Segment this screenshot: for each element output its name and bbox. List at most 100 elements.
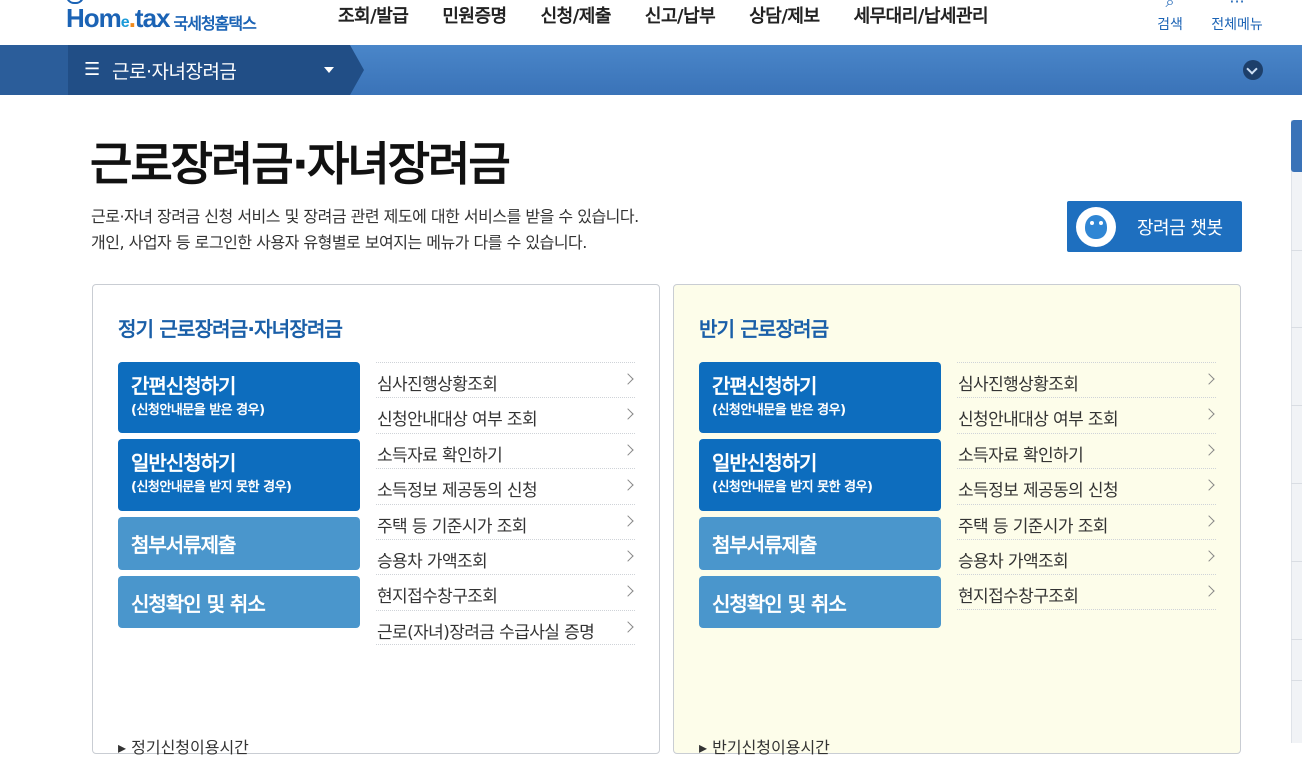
button-title: 첨부서류제출 (131, 533, 236, 557)
link-label: 소득자료 확인하기 (377, 445, 503, 466)
chevron-right-icon (622, 444, 634, 456)
side-rail-divider (1291, 327, 1302, 328)
page-title: 근로장려금·자녀장려금 (90, 137, 511, 191)
all-menu-label: 전체메뉴 (1211, 17, 1263, 33)
site-header: Home.tax 국세청홈택스 조회/발급 민원증명 신청/제출 신고/납부 상… (0, 0, 1302, 45)
usage-hours-label: 반기신청이용시간 (712, 738, 830, 757)
button-subtitle: (신청안내문을 받지 못한 경우) (131, 480, 292, 495)
chevron-right-icon (622, 514, 634, 527)
panel-title: 반기 근로장려금 (699, 317, 829, 341)
submit-documents-button[interactable]: 첨부서류제출 (699, 517, 941, 570)
chevron-right-icon (1203, 373, 1215, 385)
side-rail-divider (1291, 639, 1302, 640)
link-car-value[interactable]: 승용차 가액조회 (957, 538, 1216, 574)
quick-links: 심사진행상황조회 신청안내대상 여부 조회 소득자료 확인하기 소득정보 제공동… (957, 362, 1216, 610)
link-consent-request[interactable]: 소득정보 제공동의 신청 (376, 468, 635, 503)
regular-incentive-panel: 정기 근로장려금·자녀장려금 간편신청하기 (신청안내문을 받은 경우) 일반신… (92, 284, 660, 757)
link-label: 승용차 가액조회 (958, 551, 1069, 572)
link-label: 주택 등 기준시가 조회 (377, 516, 527, 537)
button-subtitle: (신청안내문을 받은 경우) (131, 403, 265, 418)
link-car-value[interactable]: 승용차 가액조회 (376, 538, 635, 574)
link-label: 승용차 가액조회 (377, 551, 488, 572)
search-label: 검색 (1157, 17, 1183, 33)
chevron-right-icon (1203, 408, 1215, 421)
logo-korean-name: 국세청홈택스 (173, 14, 257, 33)
global-nav: 조회/발급 민원증명 신청/제출 신고/납부 상담/제보 세무대리/납세관리 (338, 2, 1022, 28)
button-title: 간편신청하기 (131, 374, 236, 398)
chevron-right-icon (1203, 479, 1215, 491)
link-local-counter[interactable]: 현지접수창구조회 (376, 574, 635, 609)
chevron-right-icon (622, 479, 634, 491)
simple-apply-button[interactable]: 간편신청하기 (신청안내문을 받은 경우) (118, 362, 360, 433)
chevron-right-icon (622, 408, 634, 421)
link-local-counter[interactable]: 현지접수창구조회 (957, 574, 1216, 610)
expand-chevron-icon[interactable] (1243, 60, 1263, 80)
chevron-right-icon (622, 585, 634, 598)
caret-down-icon[interactable] (324, 67, 334, 73)
link-label: 심사진행상황조회 (377, 375, 498, 395)
link-label: 소득정보 제공동의 신청 (958, 481, 1119, 502)
link-eligibility-check[interactable]: 신청안내대상 여부 조회 (957, 397, 1216, 432)
simple-apply-button[interactable]: 간편신청하기 (신청안내문을 받은 경우) (699, 362, 941, 433)
page-description: 근로·자녀 장려금 신청 서비스 및 장려금 관련 제도에 대한 서비스를 받을… (91, 204, 639, 256)
link-consent-request[interactable]: 소득정보 제공동의 신청 (957, 468, 1216, 503)
button-title: 신청확인 및 취소 (131, 592, 266, 616)
link-eligibility-check[interactable]: 신청안내대상 여부 조회 (376, 397, 635, 432)
link-receipt-certificate[interactable]: 근로(자녀)장려금 수급사실 증명 (376, 609, 635, 646)
search-button[interactable]: ⌕ 검색 (1135, 0, 1205, 34)
chevron-right-icon (622, 621, 634, 633)
submit-documents-button[interactable]: 첨부서류제출 (118, 517, 360, 570)
link-income-data[interactable]: 소득자료 확인하기 (376, 432, 635, 468)
dots-menu-icon: ··· (1229, 0, 1245, 11)
side-rail-divider (1291, 561, 1302, 562)
chevron-right-icon (622, 550, 634, 562)
nav-civil-certificates[interactable]: 민원증명 (442, 2, 507, 28)
chevron-right-icon (1203, 444, 1215, 456)
side-rail-divider (1291, 250, 1302, 251)
button-title: 간편신청하기 (712, 374, 817, 398)
description-line: 개인, 사업자 등 로그인한 사용자 유형별로 보여지는 메뉴가 다를 수 있습… (91, 233, 587, 252)
general-apply-button[interactable]: 일반신청하기 (신청안내문을 받지 못한 경우) (118, 439, 360, 511)
general-apply-button[interactable]: 일반신청하기 (신청안내문을 받지 못한 경우) (699, 439, 941, 511)
link-label: 현지접수창구조회 (377, 587, 498, 608)
confirm-cancel-button[interactable]: 신청확인 및 취소 (118, 576, 360, 628)
breadcrumb-label: 근로·자녀장려금 (112, 61, 237, 83)
link-review-status[interactable]: 심사진행상황조회 (957, 362, 1216, 397)
link-label: 현지접수창구조회 (958, 587, 1079, 608)
button-subtitle: (신청안내문을 받지 못한 경우) (712, 480, 873, 495)
side-rail (1291, 120, 1302, 743)
side-rail-tab[interactable] (1291, 120, 1302, 172)
button-subtitle: (신청안내문을 받은 경우) (712, 403, 846, 418)
chatbot-button[interactable]: 장려금 챗봇 (1067, 201, 1242, 252)
side-rail-divider (1291, 680, 1302, 681)
chevron-right-icon (622, 373, 634, 385)
side-rail-divider (1291, 483, 1302, 484)
usage-hours-link[interactable]: ▸ 정기신청이용시간 (118, 734, 249, 758)
link-housing-price[interactable]: 주택 등 기준시가 조회 (957, 503, 1216, 539)
nav-consult-report[interactable]: 상담/제보 (749, 2, 820, 28)
nav-tax-agent[interactable]: 세무대리/납세관리 (854, 2, 989, 28)
button-title: 신청확인 및 취소 (712, 592, 847, 616)
link-income-data[interactable]: 소득자료 확인하기 (957, 432, 1216, 468)
confirm-cancel-button[interactable]: 신청확인 및 취소 (699, 576, 941, 628)
link-label: 소득자료 확인하기 (958, 445, 1084, 466)
nav-application-submission[interactable]: 신청/제출 (541, 2, 612, 28)
location-bar: ☰ 근로·자녀장려금 (0, 45, 1302, 95)
all-menu-button[interactable]: ··· 전체메뉴 (1202, 0, 1272, 34)
button-title: 일반신청하기 (131, 451, 236, 475)
side-rail-divider (1291, 405, 1302, 406)
chevron-right-icon (1203, 550, 1215, 562)
link-housing-price[interactable]: 주택 등 기준시가 조회 (376, 503, 635, 539)
half-year-incentive-panel: 반기 근로장려금 간편신청하기 (신청안내문을 받은 경우) 일반신청하기 (신… (673, 284, 1241, 757)
link-label: 신청안내대상 여부 조회 (377, 410, 538, 431)
usage-hours-link[interactable]: ▸ 반기신청이용시간 (699, 734, 830, 758)
hamburger-icon: ☰ (84, 59, 101, 80)
link-review-status[interactable]: 심사진행상황조회 (376, 362, 635, 397)
button-title: 일반신청하기 (712, 451, 817, 475)
logo-wordmark: Home.tax (66, 3, 170, 33)
nav-report-payment[interactable]: 신고/납부 (645, 2, 716, 28)
hometax-logo[interactable]: Home.tax 국세청홈택스 (66, 0, 257, 38)
nav-inquiry-issuance[interactable]: 조회/발급 (338, 2, 409, 28)
chevron-right-icon (1203, 514, 1215, 527)
link-label: 심사진행상황조회 (958, 375, 1079, 395)
